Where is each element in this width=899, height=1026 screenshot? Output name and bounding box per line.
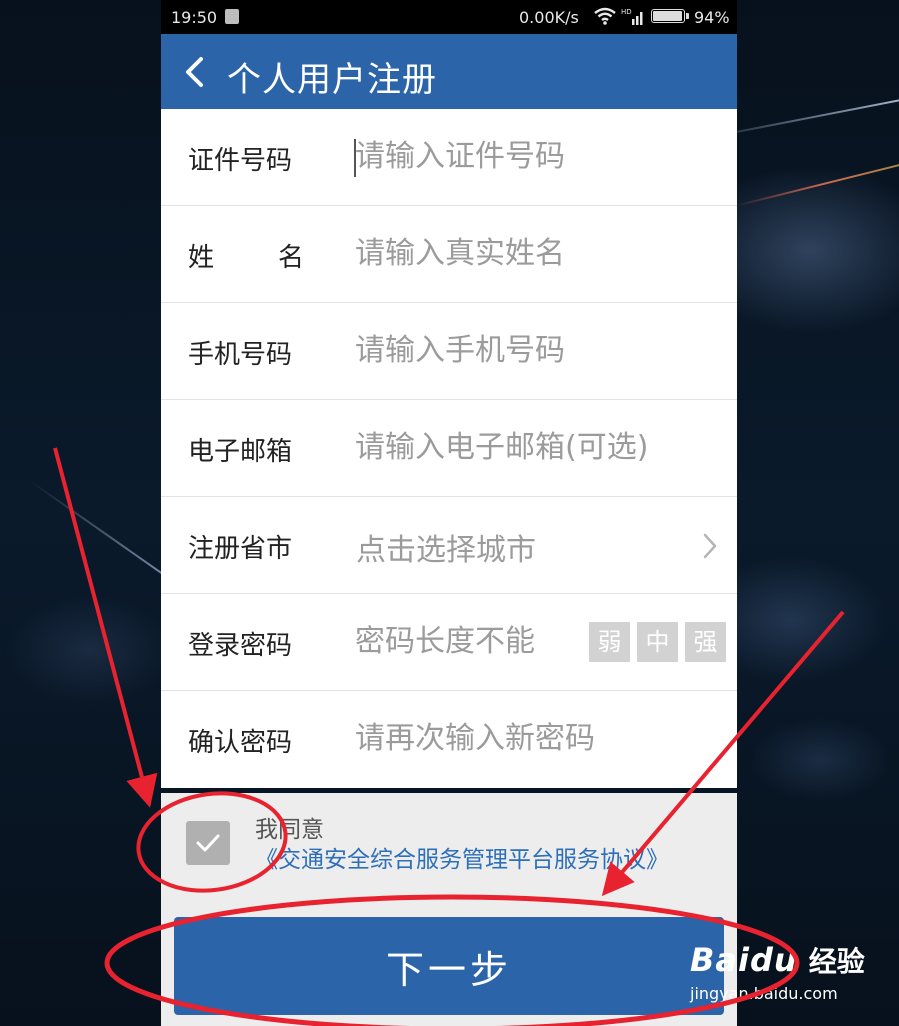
email-row: 电子邮箱 xyxy=(161,400,737,497)
city-label: 注册省市 xyxy=(188,534,293,564)
network-speed: 0.00K/s xyxy=(519,8,579,27)
password-label: 登录密码 xyxy=(188,631,293,661)
agreement-prefix: 我同意 xyxy=(255,817,324,843)
chevron-left-icon[interactable] xyxy=(181,52,207,92)
city-select[interactable]: 点击选择城市 xyxy=(356,525,536,569)
name-input[interactable] xyxy=(355,226,715,280)
phone-row: 手机号码 xyxy=(161,303,737,400)
baidu-jingyan-watermark: Baidu 经验 jingyan.baidu.com xyxy=(690,940,865,1003)
id-number-label: 证件号码 xyxy=(188,146,293,176)
confirm-password-input[interactable] xyxy=(355,711,715,765)
name-row: 姓 名 xyxy=(161,206,737,303)
signal-icon: HD xyxy=(621,8,643,25)
confirm-password-label: 确认密码 xyxy=(188,728,293,758)
registration-form: 证件号码 姓 名 手机号码 电子邮箱 注册省市 点击选择城市 登录密码 弱 中 … xyxy=(161,109,737,788)
watermark-url: jingyan.baidu.com xyxy=(690,984,838,1003)
phone-label: 手机号码 xyxy=(188,340,293,370)
city-row[interactable]: 注册省市 点击选择城市 xyxy=(161,497,737,594)
wifi-icon xyxy=(594,7,616,25)
status-time: 19:50 xyxy=(171,8,218,27)
chevron-right-icon[interactable] xyxy=(701,531,719,561)
id-number-input[interactable] xyxy=(355,129,715,183)
next-step-button[interactable]: 下一步 xyxy=(174,917,724,1015)
password-row: 登录密码 弱 中 强 xyxy=(161,594,737,691)
strength-strong: 强 xyxy=(685,622,726,662)
battery-percent: 94% xyxy=(694,8,730,27)
watermark-brand-bai: Bai xyxy=(690,941,750,979)
agreement-link[interactable]: 《交通安全综合服务管理平台服务协议》 xyxy=(255,847,669,873)
light-streak xyxy=(734,161,899,207)
watermark-brand: Baidu xyxy=(690,941,798,979)
title-bar: 个人用户注册 xyxy=(161,34,737,109)
email-input[interactable] xyxy=(355,420,715,474)
email-label: 电子邮箱 xyxy=(188,437,293,467)
agreement-checkbox[interactable] xyxy=(186,821,230,865)
check-icon xyxy=(196,834,220,852)
watermark-brand-du: du xyxy=(749,941,798,979)
battery-icon xyxy=(651,9,685,23)
network-label: HD xyxy=(621,8,632,16)
agreement-text: 我同意《交通安全综合服务管理平台服务协议》 xyxy=(255,815,735,875)
name-label-part: 姓 xyxy=(188,243,215,273)
watermark-product: 经验 xyxy=(808,945,865,978)
name-label-part: 名 xyxy=(277,243,304,273)
light-streak xyxy=(29,480,170,580)
strength-weak: 弱 xyxy=(589,622,630,662)
name-label: 姓 名 xyxy=(188,237,304,274)
confirm-password-row: 确认密码 xyxy=(161,691,737,788)
password-input[interactable] xyxy=(355,614,575,668)
status-bar: 19:50 0.00K/s HD 94% xyxy=(161,0,737,34)
page-title: 个人用户注册 xyxy=(227,60,437,100)
strength-medium: 中 xyxy=(637,622,678,662)
battery-tip xyxy=(686,13,689,19)
phone-input[interactable] xyxy=(355,323,715,377)
notification-icon xyxy=(225,9,239,24)
id-number-row: 证件号码 xyxy=(161,109,737,206)
